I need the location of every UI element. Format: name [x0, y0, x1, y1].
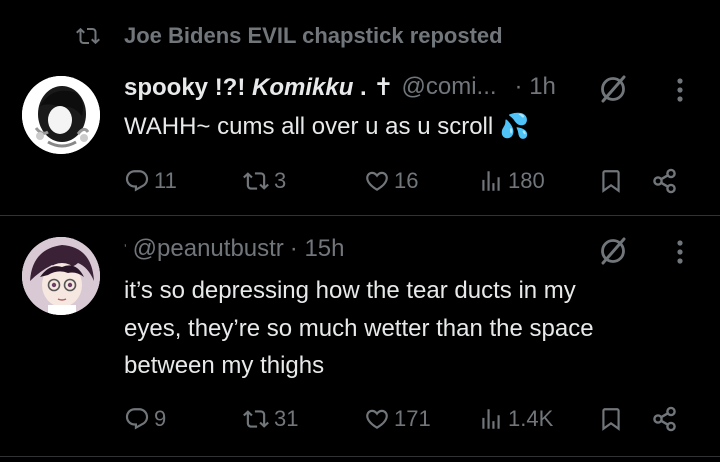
repost-icon — [76, 27, 100, 45]
repost-icon — [243, 410, 269, 428]
like-button[interactable]: 171 — [364, 404, 431, 434]
user-handle[interactable]: @peanutbustr — [133, 235, 284, 263]
views-count: 180 — [508, 168, 545, 193]
bookmark-button[interactable] — [596, 166, 626, 196]
more-icon — [677, 240, 683, 264]
grok-icon — [601, 75, 626, 103]
avatar[interactable] — [22, 76, 100, 154]
tweet-text: WAHH~ cums all over u as u scroll 💦 — [124, 113, 530, 140]
like-button[interactable]: 16 — [364, 166, 418, 196]
reply-count: 11 — [154, 168, 177, 193]
tweet-text: it’s so depressing how the tear ducts in… — [124, 272, 704, 385]
more-button[interactable] — [668, 236, 692, 268]
reply-icon — [125, 408, 149, 430]
display-name-italic: Komikku — [252, 73, 354, 101]
reply-button[interactable]: 9 — [124, 404, 166, 434]
grok-icon — [601, 237, 626, 265]
heart-icon — [366, 171, 388, 191]
more-button[interactable] — [668, 74, 692, 106]
avatar-image — [22, 237, 100, 315]
repost-count: 31 — [274, 406, 299, 431]
views-icon — [482, 409, 500, 429]
avatar-image — [22, 76, 100, 154]
reply-count: 9 — [154, 406, 167, 431]
tweet-text-line: eyes, they’re so much wetter than the sp… — [124, 314, 594, 342]
share-button[interactable] — [650, 166, 680, 196]
share-icon — [653, 406, 676, 432]
tweet-header: spooky !?! Komikku . ✝ @comi... · 1h — [124, 70, 556, 104]
bookmark-icon — [602, 170, 620, 193]
views-button[interactable]: 1.4K — [478, 404, 553, 434]
bookmark-button[interactable] — [596, 404, 626, 434]
heart-icon — [366, 409, 388, 429]
reply-button[interactable]: 11 — [124, 166, 177, 196]
tweet-divider — [0, 456, 720, 457]
repost-text: Joe Bidens EVIL chapstick reposted — [124, 23, 503, 48]
display-name-suffix: . ✝ — [353, 73, 394, 101]
bookmark-icon — [602, 408, 620, 431]
share-icon — [653, 168, 676, 194]
share-button[interactable] — [650, 404, 680, 434]
repost-button[interactable]: 31 — [242, 404, 298, 434]
grok-button[interactable] — [596, 234, 630, 268]
tweet-header: ʼ @peanutbustr · 15h — [124, 232, 345, 266]
display-name-prefix: spooky !?! — [124, 73, 253, 101]
views-button[interactable]: 180 — [478, 166, 545, 196]
tweet-text-line: between my thighs — [124, 352, 325, 379]
like-count: 16 — [394, 168, 419, 193]
repost-icon — [243, 172, 269, 190]
display-name-mark: ʼ — [124, 242, 127, 256]
avatar[interactable] — [22, 237, 100, 315]
timestamp[interactable]: · 15h — [290, 235, 345, 263]
like-count: 171 — [394, 406, 431, 431]
views-count: 1.4K — [508, 406, 554, 431]
tweet-text-line: it’s so depressing how the tear ducts in… — [124, 277, 576, 304]
reply-icon — [125, 170, 149, 192]
user-handle[interactable]: @comi... — [402, 73, 497, 101]
timestamp[interactable]: · 1h — [515, 73, 556, 101]
repost-indicator[interactable]: Joe Bidens EVIL chapstick reposted — [74, 20, 503, 52]
repost-count: 3 — [274, 168, 287, 193]
tweet-divider — [0, 215, 720, 216]
display-name[interactable]: spooky !?! Komikku . ✝ — [124, 73, 394, 102]
repost-button[interactable]: 3 — [242, 166, 286, 196]
more-icon — [677, 78, 683, 102]
grok-button[interactable] — [596, 72, 630, 106]
views-icon — [482, 171, 500, 191]
